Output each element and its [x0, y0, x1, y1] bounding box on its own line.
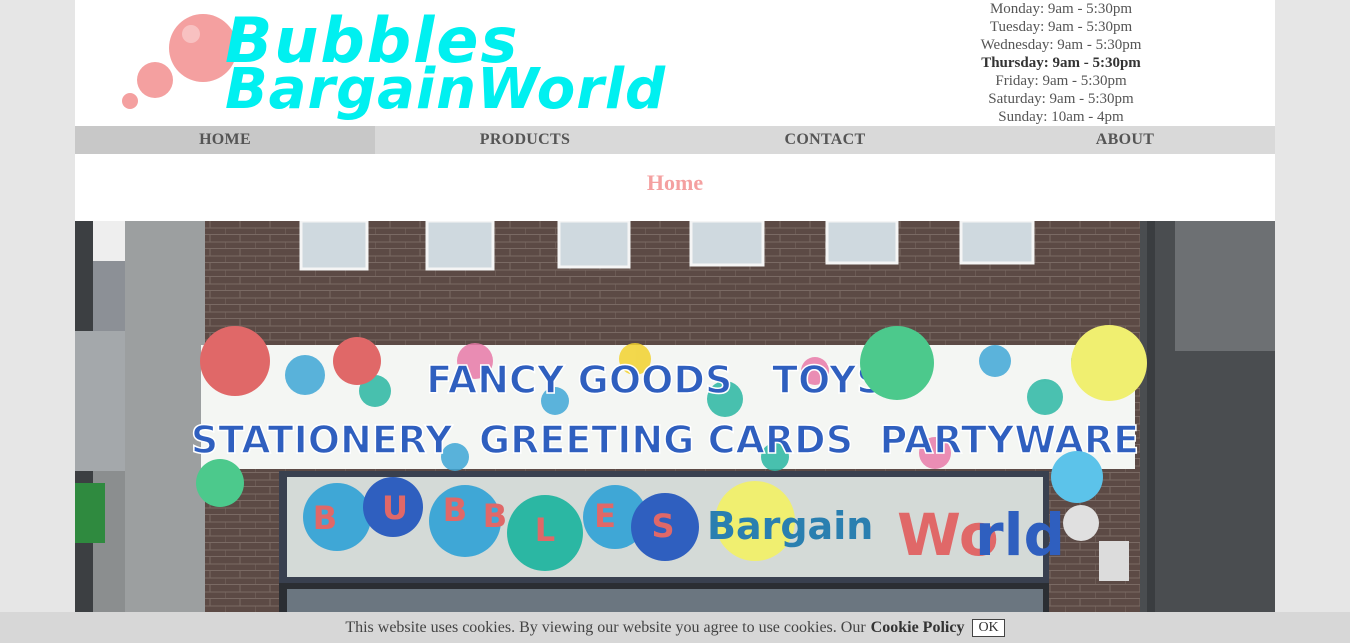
hours-monday: Monday: 9am - 5:30pm: [989, 1, 1133, 17]
logo-line-2: BargainWorld: [225, 57, 666, 120]
fascia-letter-1: B: [313, 499, 337, 537]
hours-thursday: Thursday: 9am - 5:30pm: [981, 55, 1141, 71]
nav-home[interactable]: HOME: [75, 126, 375, 154]
cookie-policy-link[interactable]: Cookie Policy: [871, 619, 965, 636]
sign-line-2: STATIONERY GREETING CARDS PARTYWARE: [191, 418, 1139, 462]
fascia-letter-6: E: [594, 497, 616, 535]
page-title: Home: [646, 170, 704, 195]
nav-about[interactable]: ABOUT: [975, 126, 1275, 154]
cookie-banner: This website uses cookies. By viewing ou…: [0, 612, 1350, 643]
hours-wednesday: Wednesday: 9am - 5:30pm: [980, 37, 1142, 53]
cookie-ok-button[interactable]: OK: [972, 618, 1005, 637]
hours-saturday: Saturday: 9am - 5:30pm: [988, 91, 1134, 107]
storefront-illustration: FANCY GOODS TOYS STATIONERY GREETING CAR…: [75, 221, 1275, 643]
storefront-photo: FANCY GOODS TOYS STATIONERY GREETING CAR…: [75, 221, 1275, 643]
fascia-letter-5: L: [535, 511, 555, 549]
fascia-world-b: rld: [975, 501, 1065, 569]
fascia-bargain: Bargain: [707, 504, 873, 548]
fascia-letter-4: B: [483, 497, 507, 535]
hours-sunday: Sunday: 10am - 4pm: [998, 109, 1124, 125]
main-nav: HOME PRODUCTS CONTACT ABOUT: [75, 126, 1275, 154]
fascia-letter-2: U: [382, 489, 408, 527]
nav-products[interactable]: PRODUCTS: [375, 126, 675, 154]
fascia-letter-7: S: [651, 507, 674, 545]
cookie-message: This website uses cookies. By viewing ou…: [345, 618, 866, 636]
hours-tuesday: Tuesday: 9am - 5:30pm: [989, 19, 1133, 35]
opening-hours: Monday: 9am - 5:30pm Tuesday: 9am - 5:30…: [955, 0, 1167, 126]
site-logo[interactable]: Bubbles BargainWorld: [115, 10, 835, 120]
hours-friday: Friday: 9am - 5:30pm: [995, 73, 1127, 89]
page-container: Bubbles BargainWorld Monday: 9am - 5:30p…: [75, 0, 1275, 643]
fascia-letter-3: B: [443, 491, 467, 529]
nav-contact[interactable]: CONTACT: [675, 126, 975, 154]
logo-bubble-medium: [137, 62, 173, 98]
logo-bubble-small: [122, 93, 138, 109]
site-header: Bubbles BargainWorld Monday: 9am - 5:30p…: [75, 0, 1275, 126]
sign-line-1: FANCY GOODS TOYS: [426, 358, 884, 402]
